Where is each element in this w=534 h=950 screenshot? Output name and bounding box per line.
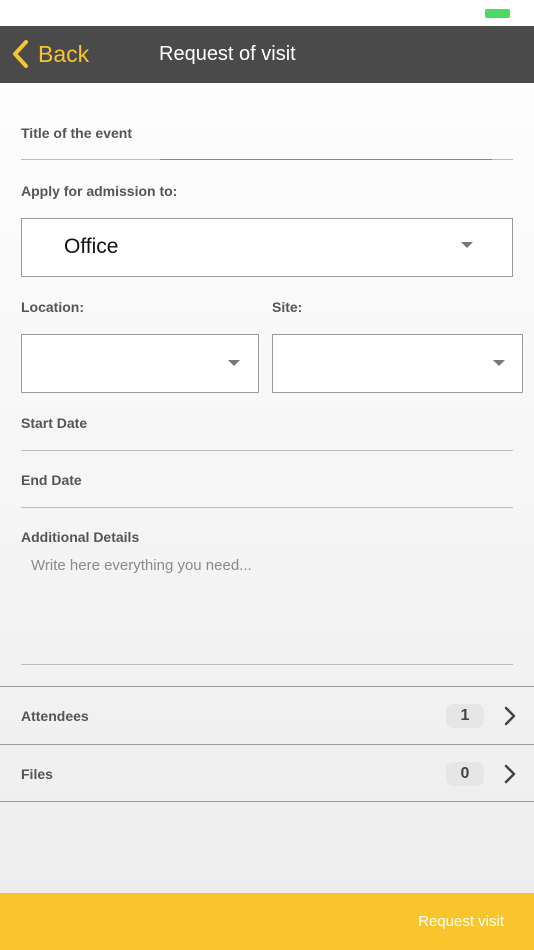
caret-down-icon (228, 360, 240, 366)
request-visit-label: Request visit (418, 913, 504, 930)
admission-label: Apply for admission to: (21, 183, 178, 199)
status-bar (0, 0, 534, 26)
back-label: Back (38, 40, 90, 67)
end-date-label: End Date (21, 472, 82, 488)
start-date-label: Start Date (21, 415, 88, 431)
end-date-field[interactable]: End Date (21, 469, 513, 509)
chevron-right-icon (504, 706, 516, 726)
files-label: Files (21, 766, 53, 782)
chevron-left-icon (13, 40, 28, 68)
details-textarea[interactable] (21, 553, 513, 665)
request-visit-button[interactable]: Request visit (0, 893, 534, 950)
back-button[interactable]: Back (10, 36, 89, 72)
attendees-row[interactable]: Attendees 1 (0, 686, 534, 744)
location-label: Location: (21, 299, 84, 315)
divider (160, 159, 492, 160)
admission-select[interactable]: Office (21, 218, 513, 277)
divider (21, 450, 513, 451)
files-count-badge: 0 (446, 762, 484, 786)
attendees-label: Attendees (21, 708, 89, 724)
admission-selected-value: Office (64, 235, 119, 258)
location-select[interactable] (21, 334, 259, 393)
battery-icon (485, 9, 510, 18)
attendees-count-badge: 1 (446, 704, 484, 728)
details-label: Additional Details (21, 529, 140, 545)
divider (21, 507, 513, 508)
start-date-field[interactable]: Start Date (21, 412, 513, 452)
caret-down-icon (493, 360, 505, 366)
caret-down-icon (461, 242, 473, 248)
site-label: Site: (272, 299, 303, 315)
site-select[interactable] (272, 334, 523, 393)
page-title: Request of visit (159, 43, 296, 65)
chevron-right-icon (504, 764, 516, 784)
files-row[interactable]: Files 0 (0, 744, 534, 802)
event-title-input[interactable] (21, 128, 513, 160)
nav-bar: Back Request of visit (0, 26, 534, 83)
